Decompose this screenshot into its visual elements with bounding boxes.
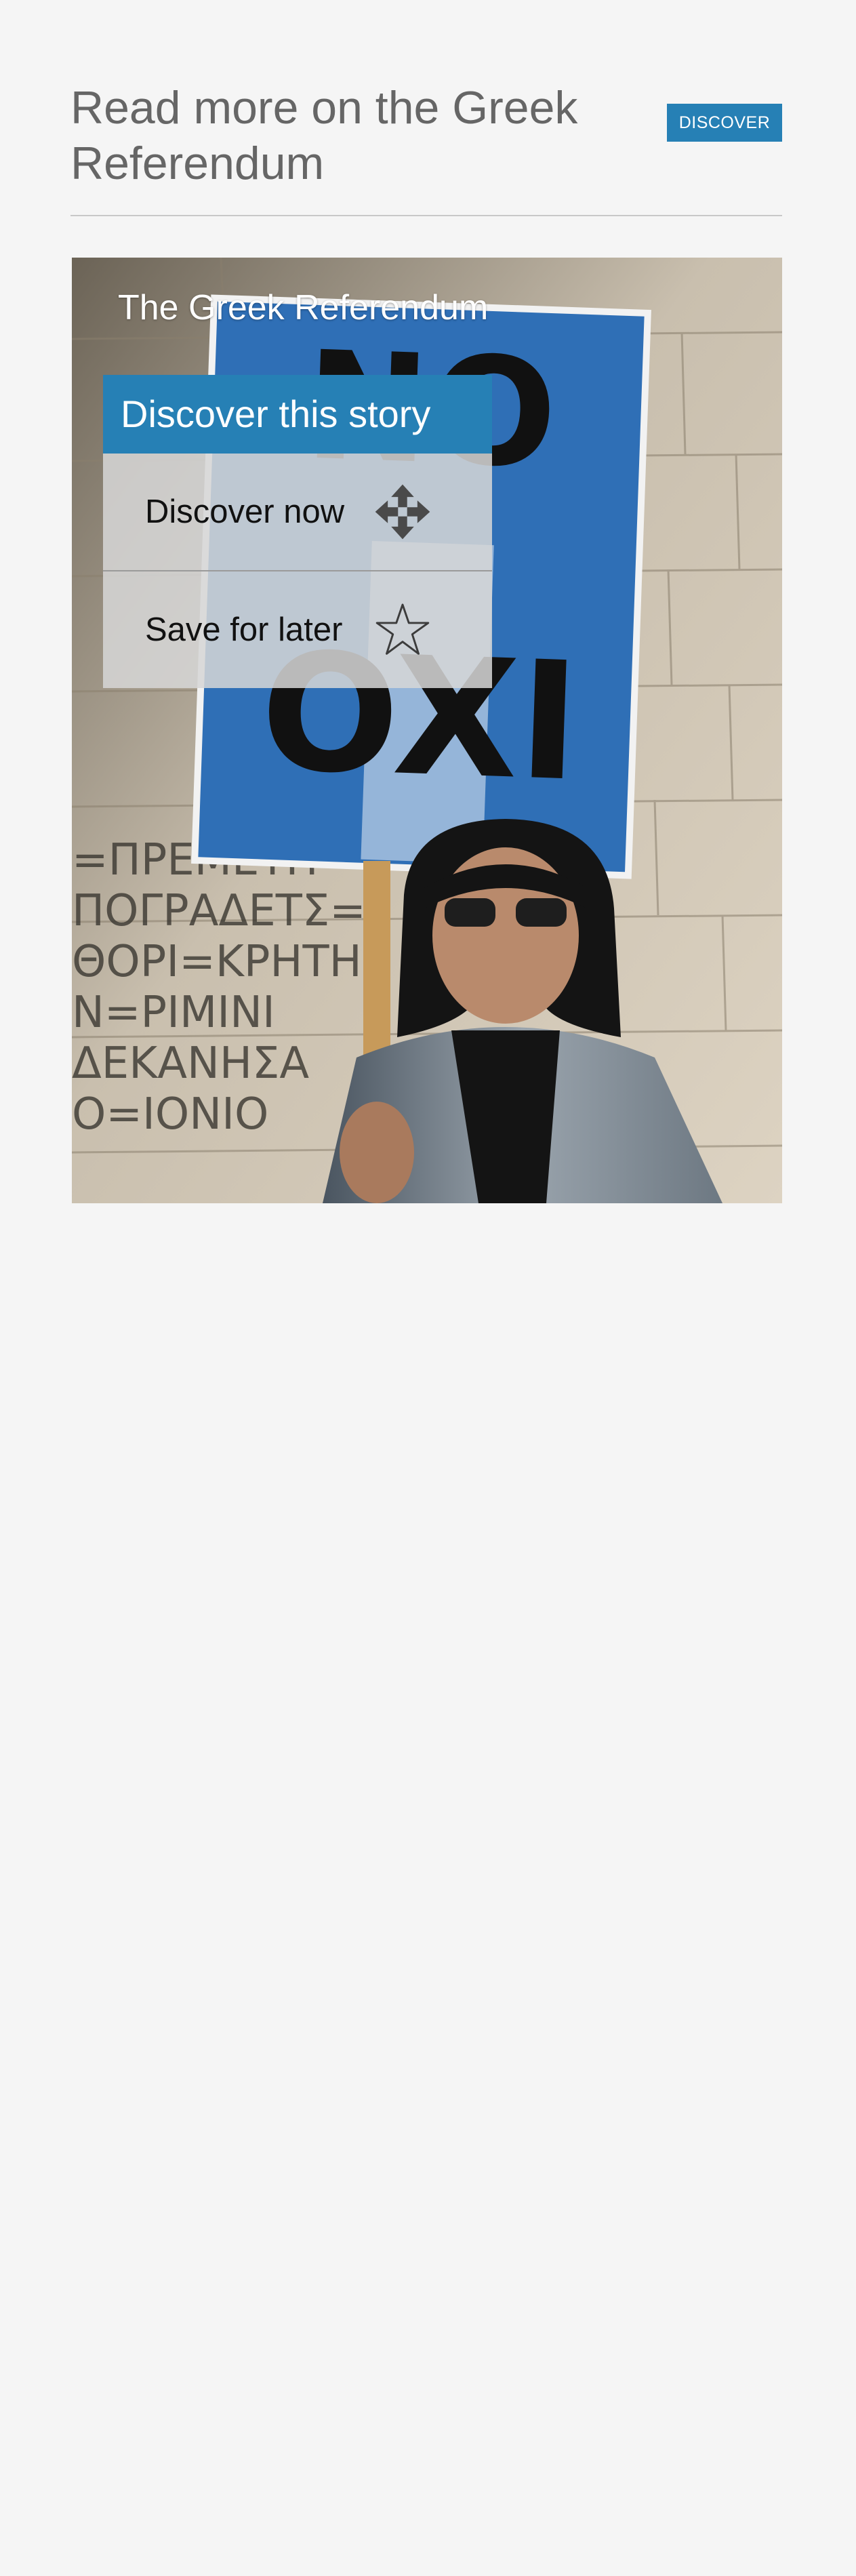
menu-header: Discover this story bbox=[103, 375, 492, 454]
move-arrows-icon bbox=[375, 484, 430, 540]
wall-text-line: ΘΟΡΙ=ΚΡΗΤΗ bbox=[72, 937, 362, 987]
story-menu: Discover this story Discover now Save fo… bbox=[103, 375, 492, 688]
wall-text-line: Ν=ΡΙΜΙΝΙ bbox=[72, 988, 275, 1038]
page-title: Read more on the Greek Referendum bbox=[70, 82, 578, 189]
save-for-later-button[interactable]: Save for later bbox=[103, 570, 492, 687]
menu-item-label: Save for later bbox=[145, 611, 343, 648]
story-card[interactable]: =ΠΡΕΜΕΤΗ ΠΟΓΡΑΔΕΤΣ= ΘΟΡΙ=ΚΡΗΤΗ Ν=ΡΙΜΙΝΙ … bbox=[72, 258, 782, 1203]
wall-text-line: Ο=ΙΟΝΙΟ bbox=[72, 1089, 268, 1140]
discover-button[interactable]: DISCOVER bbox=[667, 104, 782, 142]
story-title: The Greek Referendum bbox=[118, 288, 489, 327]
menu-item-label: Discover now bbox=[145, 494, 345, 530]
discover-now-button[interactable]: Discover now bbox=[103, 454, 492, 570]
divider bbox=[70, 215, 782, 216]
wall-text-line: ΔΕΚΑΝΗΣΑ bbox=[72, 1039, 309, 1089]
wall-text-line: ΠΟΓΡΑΔΕΤΣ= bbox=[72, 886, 366, 936]
page-header: Read more on the Greek Referendum DISCOV… bbox=[70, 80, 782, 191]
star-icon bbox=[375, 603, 430, 655]
